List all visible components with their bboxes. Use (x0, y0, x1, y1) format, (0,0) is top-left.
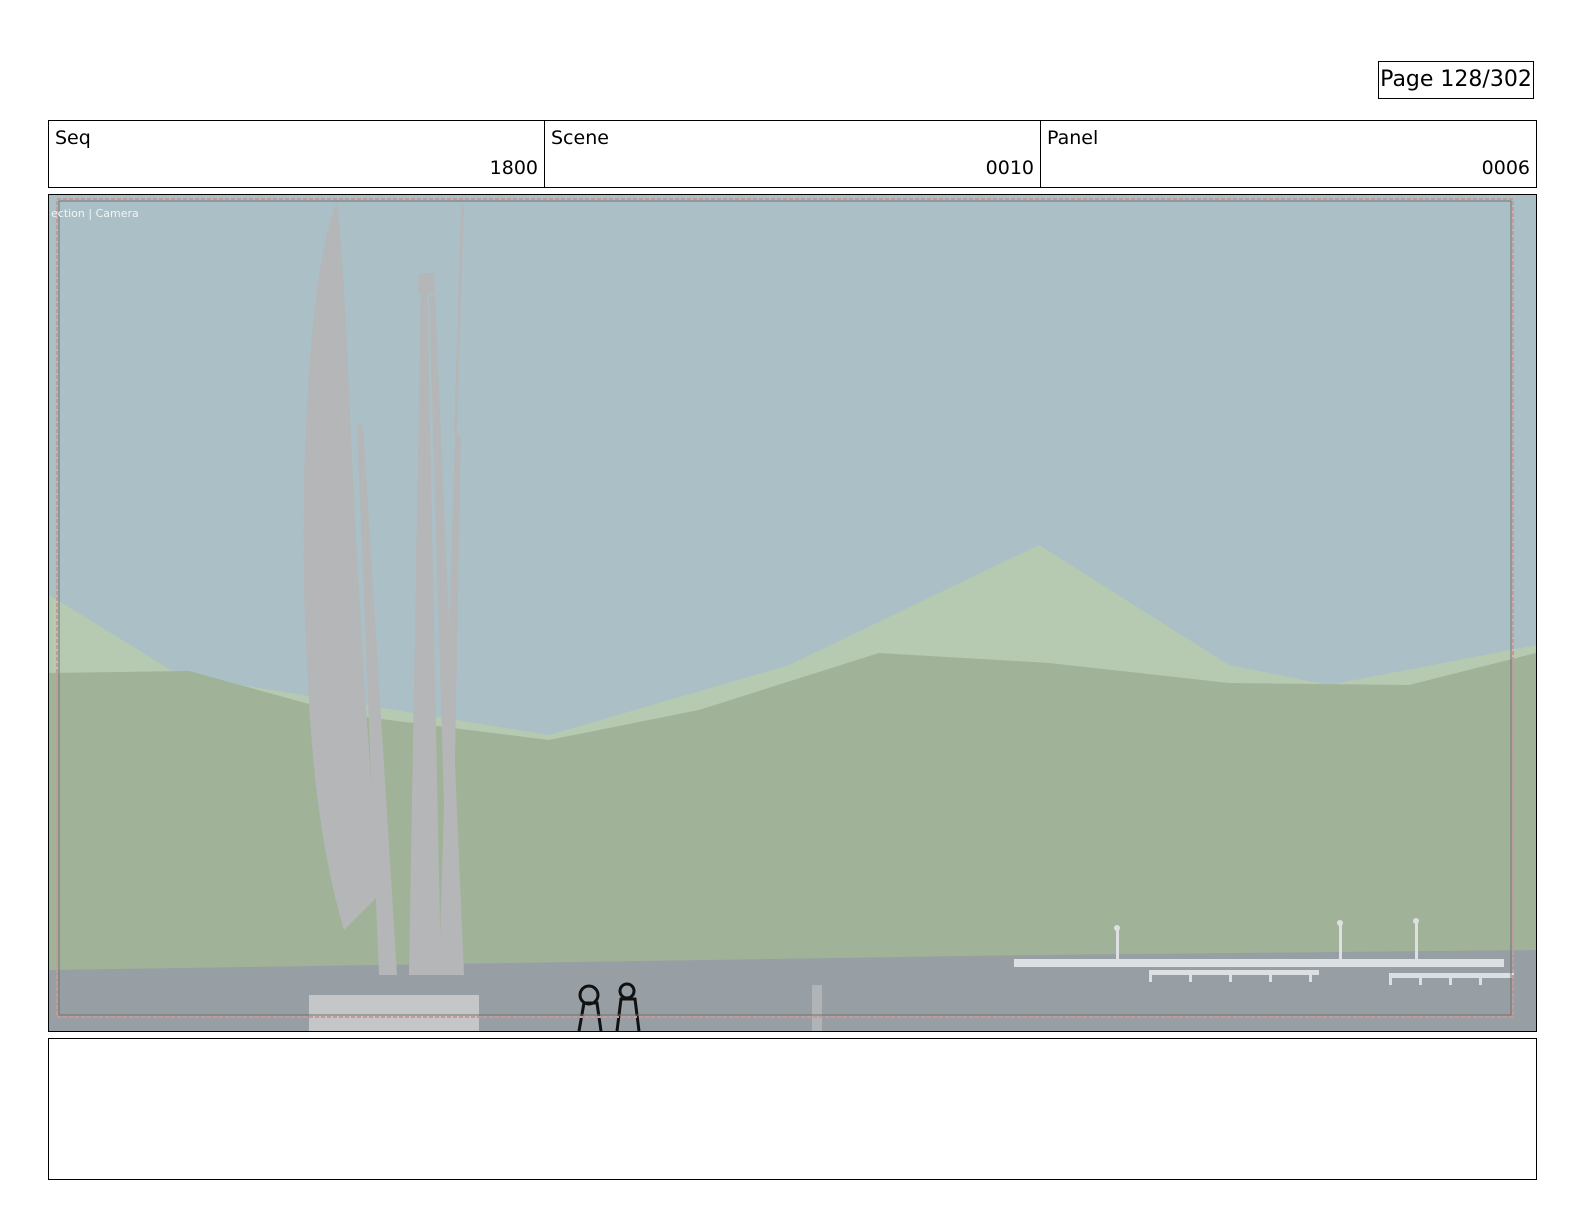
seq-value: 1800 (489, 157, 538, 179)
viewport-camera-label: ection | Camera (51, 207, 139, 220)
scene-value: 0010 (985, 157, 1034, 179)
post (812, 985, 822, 1031)
page-number: Page 128/302 (1378, 61, 1534, 99)
storyboard-scene (49, 195, 1536, 1031)
panel-info-row: Seq 1800 Scene 0010 Panel 0006 (48, 120, 1537, 188)
notes-box[interactable] (48, 1038, 1537, 1180)
seq-cell: Seq 1800 (49, 121, 545, 187)
panel-label: Panel (1047, 127, 1099, 149)
storyboard-image-frame: ection | Camera (48, 194, 1537, 1032)
panel-cell: Panel 0006 (1041, 121, 1536, 187)
scene-cell: Scene 0010 (545, 121, 1041, 187)
scene-label: Scene (551, 127, 609, 149)
panel-value: 0006 (1481, 157, 1530, 179)
seq-label: Seq (55, 127, 91, 149)
